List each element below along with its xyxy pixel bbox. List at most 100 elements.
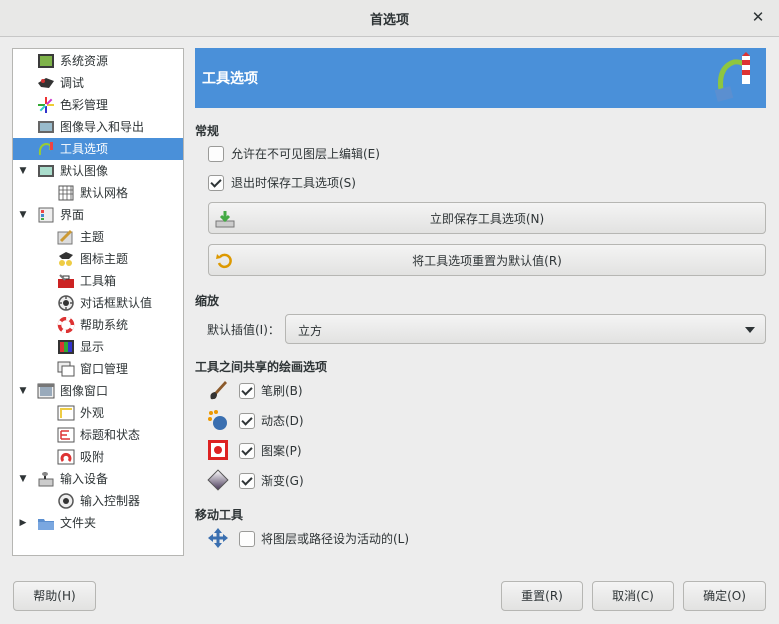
tree-item-tool-options[interactable]: 工具选项 (13, 138, 183, 160)
icon-theme-icon (59, 252, 73, 266)
tree-item-label: 对话框默认值 (80, 296, 153, 310)
window-title: 首选项 (369, 13, 409, 28)
tree-item-label: 图标主题 (80, 252, 129, 266)
checkbox-label: 笔刷(B) (261, 384, 303, 398)
tree-item-label: 主题 (80, 230, 105, 244)
expander-open-icon[interactable]: ▼ (17, 160, 29, 182)
tree-item-folders[interactable]: ▶ 文件夹 (13, 512, 183, 534)
tree-item-default-grid[interactable]: 默认网格 (13, 182, 183, 204)
interface-icon (38, 207, 54, 223)
save-download-icon (215, 211, 235, 228)
checkbox-label: 渐变(G) (261, 474, 304, 488)
tree-item-label: 吸附 (80, 450, 105, 464)
tree-item-label: 界面 (60, 208, 85, 222)
tree-item-label: 调试 (60, 76, 85, 90)
page-title: 工具选项 (202, 71, 258, 87)
window-management-icon (57, 361, 75, 377)
help-lifebuoy-icon (57, 317, 75, 333)
category-tree: 系统资源 调试 色彩管理 图像导入和导出 工具选项 ▼ 默认图像 默认网格 ▼ … (12, 48, 184, 556)
expander-open-icon[interactable]: ▼ (17, 204, 29, 226)
tree-item-image-window[interactable]: ▼ 图像窗口 (13, 380, 183, 402)
pattern-icon (208, 440, 228, 460)
ok-button[interactable]: 确定(O) (683, 581, 766, 611)
tree-item-color-management[interactable]: 色彩管理 (13, 94, 183, 116)
checkbox[interactable] (239, 531, 255, 547)
tree-item-input-devices[interactable]: ▼ 输入设备 (13, 468, 183, 490)
debug-icon (38, 78, 54, 88)
expander-open-icon[interactable]: ▼ (17, 380, 29, 402)
tree-item-default-image[interactable]: ▼ 默认图像 (13, 160, 183, 182)
tree-item-image-import-export[interactable]: 图像导入和导出 (13, 116, 183, 138)
interpolation-value: 立方 (298, 324, 323, 338)
checkbox[interactable] (239, 443, 255, 459)
tree-item-label: 显示 (80, 340, 105, 354)
checkbox-label: 将图层或路径设为活动的(L) (261, 532, 410, 546)
reset-tool-options-button[interactable]: 将工具选项重置为默认值(R) (208, 244, 766, 276)
save-tool-options-now-button[interactable]: 立即保存工具选项(N) (208, 202, 766, 234)
tree-item-label: 默认网格 (80, 186, 129, 200)
button-label: 立即保存工具选项(N) (429, 212, 545, 226)
interpolation-select[interactable]: 立方 (285, 314, 766, 344)
tree-item-input-controllers[interactable]: 输入控制器 (13, 490, 183, 512)
tree-item-label: 窗口管理 (80, 362, 129, 376)
grid-icon (58, 185, 74, 201)
tree-item-interface[interactable]: ▼ 界面 (13, 204, 183, 226)
checkbox[interactable] (239, 473, 255, 489)
tree-item-title-status[interactable]: 标题和状态 (13, 424, 183, 446)
tree-item-label: 工具选项 (60, 142, 109, 156)
expander-open-icon[interactable]: ▼ (17, 468, 29, 490)
tree-item-system-resources[interactable]: 系统资源 (13, 50, 183, 72)
appearance-icon (57, 405, 75, 421)
tree-item-icon-theme[interactable]: 图标主题 (13, 248, 183, 270)
expander-closed-icon[interactable]: ▶ (17, 512, 29, 534)
checkbox[interactable] (208, 175, 224, 191)
default-image-icon (38, 165, 54, 177)
reset-undo-icon (216, 253, 232, 269)
input-controller-icon (58, 493, 74, 509)
dynamics-icon (208, 410, 227, 430)
checkbox-label: 动态(D) (261, 414, 304, 428)
tree-item-dialog-defaults[interactable]: 对话框默认值 (13, 292, 183, 314)
move-arrows-icon (208, 528, 228, 548)
tree-item-label: 系统资源 (60, 54, 109, 68)
tree-item-appearance[interactable]: 外观 (13, 402, 183, 424)
tree-item-snapping[interactable]: 吸附 (13, 446, 183, 468)
checkbox[interactable] (208, 146, 224, 162)
checkbox[interactable] (239, 413, 255, 429)
tree-item-display[interactable]: 显示 (13, 336, 183, 358)
tool-options-icon (38, 142, 53, 156)
tree-item-debug[interactable]: 调试 (13, 72, 183, 94)
tree-item-toolbox[interactable]: 工具箱 (13, 270, 183, 292)
tree-item-label: 输入设备 (60, 472, 109, 486)
page-header: 工具选项 (195, 48, 766, 108)
tree-item-label: 文件夹 (60, 516, 97, 530)
tree-item-label: 输入控制器 (80, 494, 141, 508)
general-section-title: 常规 (195, 124, 220, 138)
checkbox[interactable] (239, 383, 255, 399)
gradient-icon (207, 469, 229, 491)
reset-button[interactable]: 重置(R) (501, 581, 583, 611)
toolbox-icon (58, 274, 74, 288)
magnet-snap-icon (57, 449, 75, 465)
interpolation-label: 默认插值(I)： (207, 323, 280, 337)
color-management-icon (38, 97, 54, 113)
image-window-icon (37, 383, 55, 399)
brush-icon (210, 381, 227, 400)
scaling-section-title: 缩放 (195, 294, 220, 308)
checkbox-label: 允许在不可见图层上编辑(E) (231, 147, 380, 161)
folder-icon (38, 519, 54, 530)
title-bar: 首选项 ✕ (0, 0, 779, 37)
checkbox-label: 图案(P) (261, 444, 302, 458)
cancel-button[interactable]: 取消(C) (592, 581, 674, 611)
shared-paint-section-title: 工具之间共享的绘画选项 (195, 360, 328, 374)
tree-item-label: 标题和状态 (80, 428, 141, 442)
tree-item-window-management[interactable]: 窗口管理 (13, 358, 183, 380)
help-button[interactable]: 帮助(H) (13, 581, 96, 611)
tool-options-logo-icon (714, 52, 750, 102)
close-icon[interactable]: ✕ (749, 8, 767, 26)
button-label: 将工具选项重置为默认值(R) (412, 254, 562, 268)
tree-item-help-system[interactable]: 帮助系统 (13, 314, 183, 336)
checkbox-label: 退出时保存工具选项(S) (231, 176, 356, 190)
tree-item-label: 外观 (80, 406, 105, 420)
tree-item-theme[interactable]: 主题 (13, 226, 183, 248)
